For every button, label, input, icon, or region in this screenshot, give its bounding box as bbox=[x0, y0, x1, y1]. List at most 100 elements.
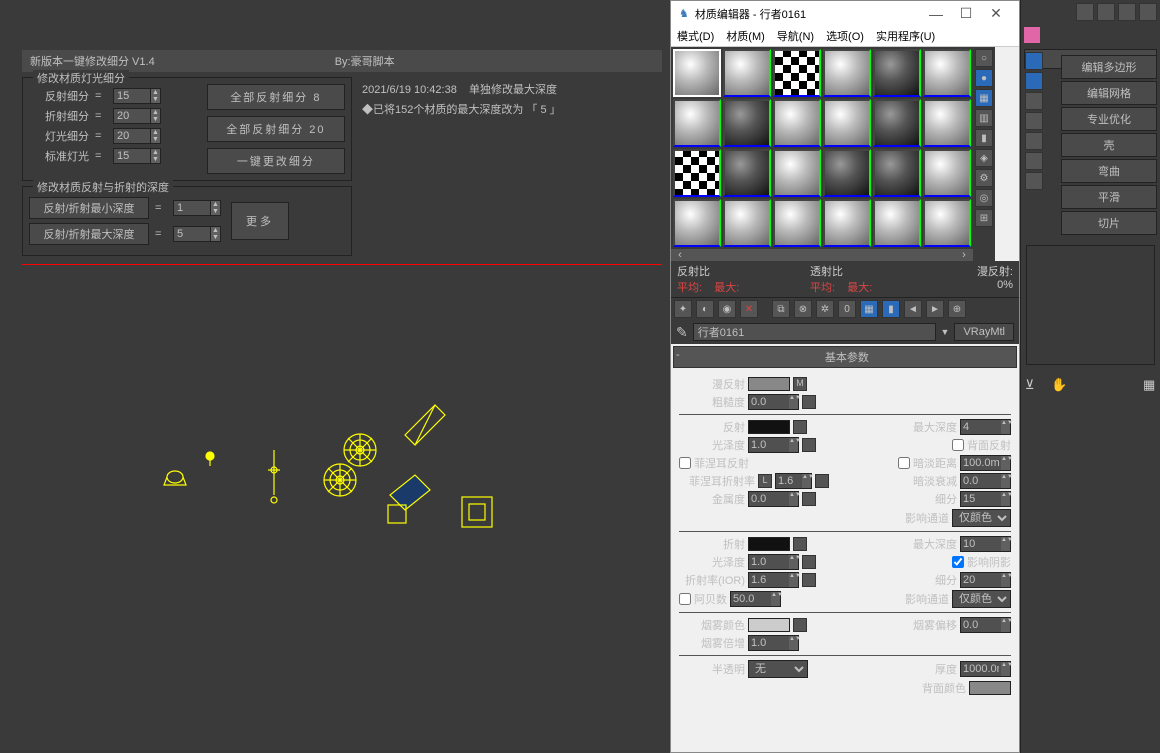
subdiv-spinner[interactable]: ▲▼ bbox=[960, 491, 1011, 507]
rp-btn-edit-mesh[interactable]: 编辑网格 bbox=[1061, 81, 1157, 105]
video-color-icon[interactable]: ▮ bbox=[975, 129, 993, 147]
reflect-swatch[interactable] bbox=[748, 420, 790, 434]
fog-swatch[interactable] bbox=[748, 618, 790, 632]
sample-slot-5[interactable] bbox=[873, 49, 921, 97]
rp-icon-1[interactable] bbox=[1076, 3, 1094, 21]
light-icon-1[interactable] bbox=[200, 448, 220, 468]
sample-slot-9[interactable] bbox=[773, 99, 821, 147]
scroll-left-icon[interactable]: ‹ bbox=[673, 249, 687, 261]
sample-slot-3[interactable] bbox=[773, 49, 821, 97]
max-depth-spinner[interactable]: ▲▼ bbox=[173, 226, 221, 242]
r-maxdepth-spinner[interactable]: ▲▼ bbox=[960, 419, 1011, 435]
fogbias-spinner[interactable]: ▲▼ bbox=[960, 617, 1011, 633]
sample-slot-10[interactable] bbox=[823, 99, 871, 147]
rp-tool-7[interactable] bbox=[1025, 172, 1043, 190]
rp-tool-2[interactable] bbox=[1025, 72, 1043, 90]
sample-scroll-h[interactable]: ‹› bbox=[671, 249, 973, 261]
min-depth-spinner[interactable]: ▲▼ bbox=[173, 200, 221, 216]
dropdown-icon[interactable]: ▼ bbox=[941, 327, 950, 337]
material-map-icon[interactable]: ⊞ bbox=[975, 209, 993, 227]
backlight-icon[interactable]: ● bbox=[975, 69, 993, 87]
sample-slot-15[interactable] bbox=[773, 149, 821, 197]
rp-tool-6[interactable] bbox=[1025, 152, 1043, 170]
sample-slot-23[interactable] bbox=[873, 199, 921, 247]
put-to-library-icon[interactable]: ✲ bbox=[816, 300, 834, 318]
light-web-icon-2[interactable] bbox=[340, 430, 380, 470]
hand-icon[interactable]: ✋ bbox=[1051, 377, 1071, 395]
sample-uv-icon[interactable]: ▥ bbox=[975, 109, 993, 127]
sample-slot-12[interactable] bbox=[923, 99, 971, 147]
all-reflect-20-button[interactable]: 全部反射细分 20 bbox=[207, 116, 345, 142]
sample-slot-7[interactable] bbox=[673, 99, 721, 147]
rp-btn-smooth[interactable]: 平滑 bbox=[1061, 185, 1157, 209]
sample-slot-8[interactable] bbox=[723, 99, 771, 147]
sample-slot-18[interactable] bbox=[923, 149, 971, 197]
std-light-input[interactable] bbox=[114, 149, 150, 163]
dimdist-checkbox[interactable] bbox=[898, 457, 910, 469]
reflect-sub-input[interactable] bbox=[114, 89, 150, 103]
sample-slot-16[interactable] bbox=[823, 149, 871, 197]
close-button[interactable]: ✕ bbox=[981, 5, 1011, 22]
sample-slot-4[interactable] bbox=[823, 49, 871, 97]
sample-slot-13[interactable] bbox=[673, 149, 721, 197]
material-name-input[interactable] bbox=[693, 323, 936, 341]
reflect-map-button[interactable] bbox=[793, 420, 807, 434]
rp-icon-4[interactable] bbox=[1139, 3, 1157, 21]
go-parent-icon[interactable]: ◄ bbox=[904, 300, 922, 318]
metal-spinner[interactable]: ▲▼ bbox=[748, 491, 799, 507]
rp-tool-4[interactable] bbox=[1025, 112, 1043, 130]
rp-btn-shell[interactable]: 壳 bbox=[1061, 133, 1157, 157]
abbe-checkbox[interactable] bbox=[679, 593, 691, 605]
camera-target-icon[interactable] bbox=[400, 400, 450, 450]
backside-swatch[interactable] bbox=[969, 681, 1011, 695]
helper-icon[interactable] bbox=[160, 465, 190, 495]
menu-navigation[interactable]: 导航(N) bbox=[777, 28, 814, 44]
sample-type-icon[interactable]: ○ bbox=[975, 49, 993, 67]
t-affectch-select[interactable]: 仅颜色 bbox=[952, 590, 1011, 608]
get-material-icon[interactable]: ✦ bbox=[674, 300, 692, 318]
sample-slot-2[interactable] bbox=[723, 49, 771, 97]
max-depth-input[interactable] bbox=[174, 227, 210, 241]
fogmult-spinner[interactable]: ▲▼ bbox=[748, 635, 799, 651]
light-sub-input[interactable] bbox=[114, 129, 150, 143]
rp-tool-1[interactable] bbox=[1025, 52, 1043, 70]
rp-btn-edit-poly[interactable]: 编辑多边形 bbox=[1061, 55, 1157, 79]
menu-mode[interactable]: 模式(D) bbox=[677, 28, 714, 44]
sample-slot-24[interactable] bbox=[923, 199, 971, 247]
rp-tool-3[interactable] bbox=[1025, 92, 1043, 110]
affectch-select[interactable]: 仅颜色 bbox=[952, 509, 1011, 527]
t-subdiv-spinner[interactable]: ▲▼ bbox=[960, 572, 1011, 588]
sample-slot-22[interactable] bbox=[823, 199, 871, 247]
show-end-icon[interactable]: ▮ bbox=[882, 300, 900, 318]
reflect-sub-spinner[interactable]: ▲▼ bbox=[113, 88, 161, 104]
light-sub-spinner[interactable]: ▲▼ bbox=[113, 128, 161, 144]
minimize-button[interactable]: — bbox=[921, 6, 951, 22]
pick-icon[interactable]: ⊕ bbox=[948, 300, 966, 318]
gloss-spinner[interactable]: ▲▼ bbox=[748, 437, 799, 453]
more-button[interactable]: 更多 bbox=[231, 202, 289, 240]
rp-btn-pro-opt[interactable]: 专业优化 bbox=[1061, 107, 1157, 131]
all-reflect-8-button[interactable]: 全部反射细分 8 bbox=[207, 84, 345, 110]
rp-btn-slice[interactable]: 切片 bbox=[1061, 211, 1157, 235]
modifier-color-swatch[interactable] bbox=[1024, 27, 1040, 43]
options-icon[interactable]: ⚙ bbox=[975, 169, 993, 187]
ior-spinner[interactable]: ▲▼ bbox=[748, 572, 799, 588]
roughness-map-button[interactable] bbox=[802, 395, 816, 409]
sample-slot-1[interactable] bbox=[673, 49, 721, 97]
material-type-button[interactable]: VRayMtl bbox=[954, 323, 1014, 341]
background-icon[interactable]: ▦ bbox=[975, 89, 993, 107]
go-forward-icon[interactable]: ► bbox=[926, 300, 944, 318]
sample-slot-20[interactable] bbox=[723, 199, 771, 247]
material-id-icon[interactable]: 0 bbox=[838, 300, 856, 318]
translucent-select[interactable]: 无 bbox=[748, 660, 808, 678]
fresnel-ior-spinner[interactable]: ▲▼ bbox=[775, 473, 812, 489]
menu-options[interactable]: 选项(O) bbox=[826, 28, 864, 44]
maximize-button[interactable]: ☐ bbox=[951, 5, 981, 22]
sample-slot-17[interactable] bbox=[873, 149, 921, 197]
material-editor-titlebar[interactable]: ♞ 材质编辑器 - 行者0161 — ☐ ✕ bbox=[671, 1, 1019, 26]
assign-icon[interactable]: ◉ bbox=[718, 300, 736, 318]
make-unique-icon[interactable]: ⊗ bbox=[794, 300, 812, 318]
refract-swatch[interactable] bbox=[748, 537, 790, 551]
min-depth-button[interactable]: 反射/折射最小深度 bbox=[29, 197, 149, 219]
box-icon[interactable] bbox=[460, 495, 494, 529]
